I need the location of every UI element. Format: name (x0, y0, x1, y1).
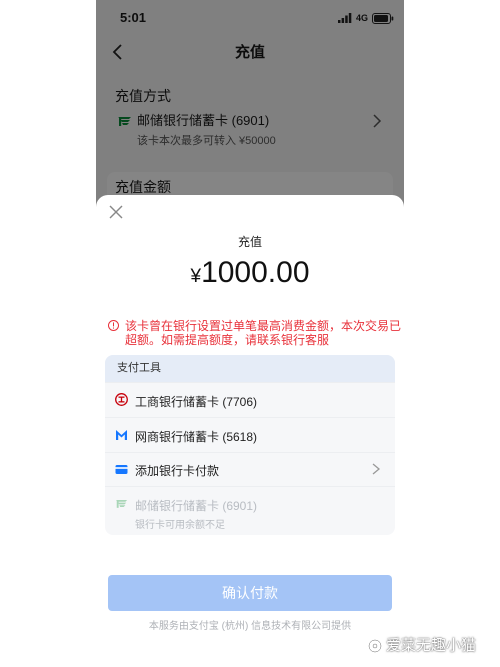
payment-tools-header: 支付工具 (105, 355, 395, 382)
payment-option-postal-disabled: 邮储银行储蓄卡 (6901) 银行卡可用余额不足 (105, 486, 395, 535)
payment-option-note: 银行卡可用余额不足 (135, 520, 225, 531)
warning-line-1: 该卡曾在银行设置过单笔最高消费金额，本次交易已 (125, 319, 402, 333)
payment-option-label: 添加银行卡付款 (135, 464, 220, 478)
service-provider-footer: 本服务由支付宝 (杭州) 信息技术有限公司提供 (148, 621, 352, 632)
phone-screen: 5:01 4G 充值 充值方式 邮储银行储蓄卡 (6901) 该卡本次最多可转入… (96, 0, 404, 667)
chevron-right-icon (372, 463, 381, 475)
payment-option-icbc[interactable]: 工商银行储蓄卡 (7706) (105, 382, 395, 417)
postal-bank-icon (115, 500, 128, 508)
payment-option-label: 工商银行储蓄卡 (7706) (135, 395, 258, 409)
add-card-icon (115, 465, 128, 474)
watermark-text: 爱菜无趣小猫 (386, 637, 477, 654)
watermark-logo-icon (368, 639, 382, 653)
watermark: 爱菜无趣小猫 (368, 637, 476, 655)
warning-message: 该卡曾在银行设置过单笔最高消费金额，本次交易已 超额。如需提高额度，请联系银行客… (125, 319, 401, 347)
mybank-icon (116, 430, 127, 440)
currency-symbol: ¥ (190, 266, 202, 287)
close-icon[interactable] (108, 204, 124, 220)
payment-tools-card: 支付工具 工商银行储蓄卡 (7706) 网商银行储蓄卡 (5618) 添加银行卡… (105, 355, 395, 535)
payment-sheet: 充值 ¥1000.00 该卡曾在银行设置过单笔最高消费金额，本次交易已 超额。如… (96, 195, 404, 667)
payment-option-label: 邮储银行储蓄卡 (6901) (135, 499, 258, 513)
payment-amount: ¥1000.00 (96, 255, 404, 296)
warning-line-2: 超额。如需提高额度，请联系银行客服 (125, 333, 330, 347)
warning-icon (108, 320, 119, 331)
sheet-title: 充值 (237, 235, 262, 249)
payment-option-mybank[interactable]: 网商银行储蓄卡 (5618) (105, 417, 395, 452)
payment-option-add-card[interactable]: 添加银行卡付款 (105, 452, 395, 486)
confirm-payment-button[interactable]: 确认付款 (108, 575, 392, 611)
icbc-icon (115, 393, 128, 406)
payment-option-label: 网商银行储蓄卡 (5618) (135, 430, 258, 444)
amount-value: 1000.00 (201, 256, 310, 289)
